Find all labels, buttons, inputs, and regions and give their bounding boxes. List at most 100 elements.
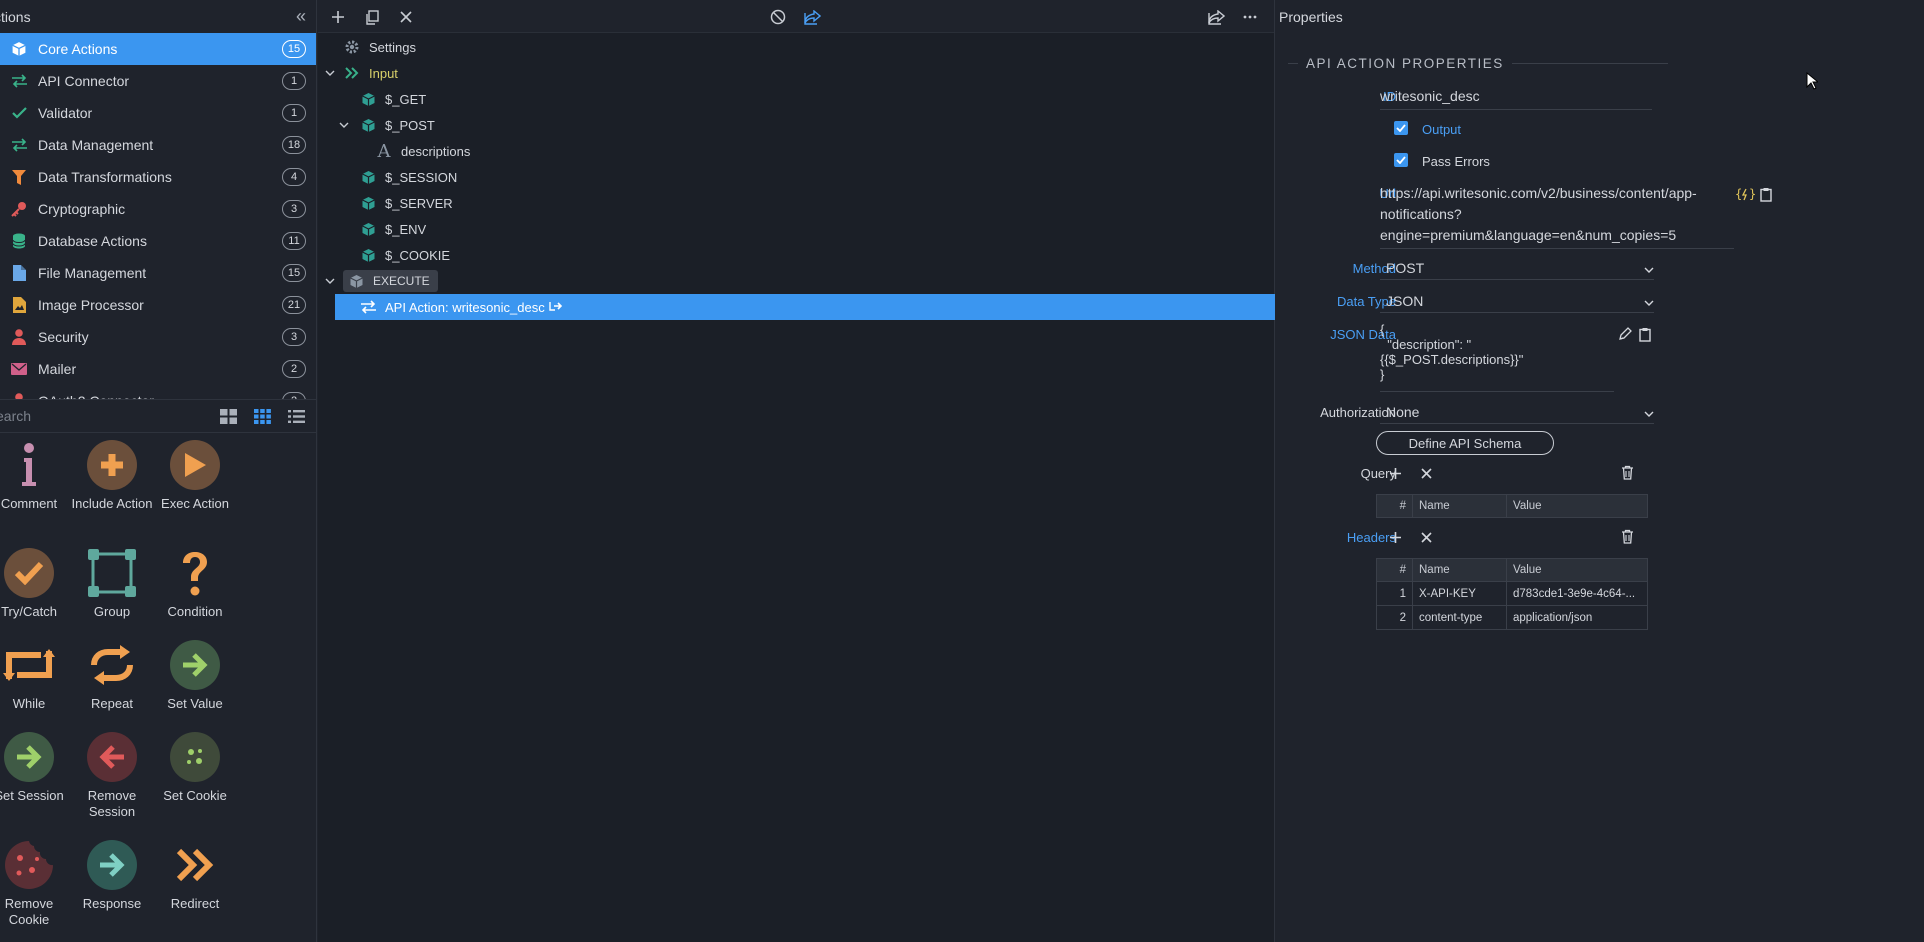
key-icon	[10, 200, 28, 218]
tree-node-execute[interactable]: EXECUTE	[321, 268, 621, 294]
output-checkbox[interactable]	[1394, 121, 1408, 135]
tree-node-input[interactable]: Input	[321, 60, 621, 86]
chevron-down-icon	[1644, 293, 1654, 309]
category-database-actions[interactable]: Database Actions 11	[0, 225, 316, 257]
category-data-management[interactable]: Data Management 18	[0, 129, 316, 161]
table-row[interactable]: 2 content-type application/json	[1376, 605, 1648, 630]
method-select[interactable]: POST	[1380, 256, 1654, 280]
tile-remove-session[interactable]: Remove Session	[67, 732, 157, 820]
column-header-value: Value	[1506, 494, 1648, 518]
info-icon	[0, 440, 74, 490]
clear-headers-icon[interactable]	[1417, 528, 1435, 546]
tree-node-api-action[interactable]: API Action: writesonic_desc	[335, 294, 1275, 320]
method-label: Method	[1352, 261, 1396, 276]
define-api-schema-button[interactable]: Define API Schema	[1376, 431, 1554, 455]
output-toggle-icon[interactable]	[802, 7, 822, 27]
data-type-value: JSON	[1386, 292, 1424, 309]
header-value-cell[interactable]: application/json	[1506, 605, 1648, 630]
list-view-icon[interactable]	[286, 406, 306, 426]
small-grid-view-icon[interactable]	[252, 406, 272, 426]
tree-node-cookie[interactable]: $_COOKIE	[359, 242, 659, 268]
tile-label: Response	[82, 896, 142, 911]
column-header-value: Value	[1506, 558, 1648, 582]
tile-exec-action[interactable]: Exec Action	[150, 440, 240, 512]
tile-redirect[interactable]: Redirect	[150, 840, 240, 912]
category-image-processor[interactable]: Image Processor 21	[0, 289, 316, 321]
table-row[interactable]: 1 X-API-KEY d783cde1-3e9e-4c64-...	[1376, 581, 1648, 606]
category-cryptographic[interactable]: Cryptographic 3	[0, 193, 316, 225]
category-label: Cryptographic	[38, 201, 126, 217]
tile-condition[interactable]: Condition	[150, 548, 240, 620]
tree-node-server[interactable]: $_SERVER	[359, 190, 659, 216]
category-data-transformations[interactable]: Data Transformations 4	[0, 161, 316, 193]
tile-group[interactable]: Group	[67, 548, 157, 620]
tile-set-value[interactable]: Set Value	[150, 640, 240, 712]
gear-icon	[343, 38, 361, 56]
tree-node-settings[interactable]: Settings	[343, 34, 643, 60]
tree-node-get[interactable]: $_GET	[359, 86, 659, 112]
category-oauth2-connector[interactable]: OAuth2 Connector 2	[0, 385, 316, 399]
count-badge: 21	[282, 296, 306, 314]
tile-while[interactable]: While	[0, 640, 74, 712]
tile-comment[interactable]: Comment	[0, 440, 74, 512]
chevron-down-icon[interactable]	[323, 274, 337, 288]
more-options-icon[interactable]	[1240, 7, 1260, 27]
clipboard-icon[interactable]	[1636, 325, 1654, 343]
authorization-select[interactable]: None	[1380, 400, 1654, 424]
tree-node-label: Settings	[369, 39, 416, 55]
authorization-value: None	[1386, 403, 1420, 420]
close-icon[interactable]	[396, 7, 416, 27]
url-text-line: engine=premium&language=en&num_copies=5	[1380, 227, 1677, 243]
trash-icon[interactable]	[1618, 527, 1636, 545]
category-api-connector[interactable]: API Connector 1	[0, 65, 316, 97]
dynamic-data-picker-icon[interactable]: {}	[1734, 185, 1756, 203]
tile-repeat[interactable]: Repeat	[67, 640, 157, 712]
output-arrow-icon	[549, 300, 563, 315]
tree-node-descriptions[interactable]: A descriptions	[375, 138, 675, 164]
category-core-actions[interactable]: Core Actions 15	[0, 33, 316, 65]
pass-errors-checkbox[interactable]	[1394, 153, 1408, 167]
collapse-icon[interactable]: «	[296, 6, 306, 27]
section-title-text: API ACTION PROPERTIES	[1306, 56, 1504, 71]
category-security[interactable]: Security 3	[0, 321, 316, 353]
tile-try-catch[interactable]: Try/Catch	[0, 548, 74, 620]
disable-icon[interactable]	[768, 7, 788, 27]
chevron-down-icon[interactable]	[337, 118, 351, 132]
arrows-exchange-icon	[10, 136, 28, 154]
trash-icon[interactable]	[1618, 463, 1636, 481]
share-icon[interactable]	[1206, 7, 1226, 27]
tile-remove-cookie[interactable]: Remove Cookie	[0, 840, 74, 928]
tile-response[interactable]: Response	[67, 840, 157, 912]
category-mailer[interactable]: Mailer 2	[0, 353, 316, 385]
header-name-cell[interactable]: X-API-KEY	[1412, 581, 1507, 606]
add-icon[interactable]	[328, 7, 348, 27]
section-title: API ACTION PROPERTIES	[1288, 56, 1668, 71]
header-name-cell[interactable]: content-type	[1412, 605, 1507, 630]
category-list: Core Actions 15 API Connector 1 Validato…	[0, 33, 316, 399]
pencil-icon[interactable]	[1616, 325, 1634, 343]
copy-icon[interactable]	[362, 7, 382, 27]
category-validator[interactable]: Validator 1	[0, 97, 316, 129]
tile-include-action[interactable]: Include Action	[67, 440, 157, 512]
action-tree-panel: Settings Input $_GET $_POST A descriptio…	[318, 0, 1275, 942]
url-field[interactable]: https://api.writesonic.com/v2/business/c…	[1380, 183, 1734, 249]
clipboard-icon[interactable]	[1757, 185, 1775, 203]
row-number: 2	[1376, 605, 1413, 630]
add-query-icon[interactable]	[1386, 464, 1404, 482]
id-field[interactable]: writesonic_desc	[1380, 88, 1652, 110]
chevron-down-icon[interactable]	[323, 66, 337, 80]
tree-node-post[interactable]: $_POST	[337, 112, 637, 138]
tree-node-env[interactable]: $_ENV	[359, 216, 659, 242]
tile-set-session[interactable]: Set Session	[0, 732, 74, 804]
data-type-select[interactable]: JSON	[1380, 289, 1654, 313]
clear-query-icon[interactable]	[1417, 464, 1435, 482]
column-header-number: #	[1376, 558, 1413, 582]
add-header-icon[interactable]	[1386, 528, 1404, 546]
large-grid-view-icon[interactable]	[218, 406, 238, 426]
tree-node-session[interactable]: $_SESSION	[359, 164, 659, 190]
search-input[interactable]	[0, 407, 194, 425]
tile-set-cookie[interactable]: Set Cookie	[150, 732, 240, 804]
category-file-management[interactable]: File Management 15	[0, 257, 316, 289]
header-value-cell[interactable]: d783cde1-3e9e-4c64-...	[1506, 581, 1648, 606]
json-data-textarea[interactable]: { "description": " {{$_POST.descriptions…	[1380, 322, 1614, 392]
